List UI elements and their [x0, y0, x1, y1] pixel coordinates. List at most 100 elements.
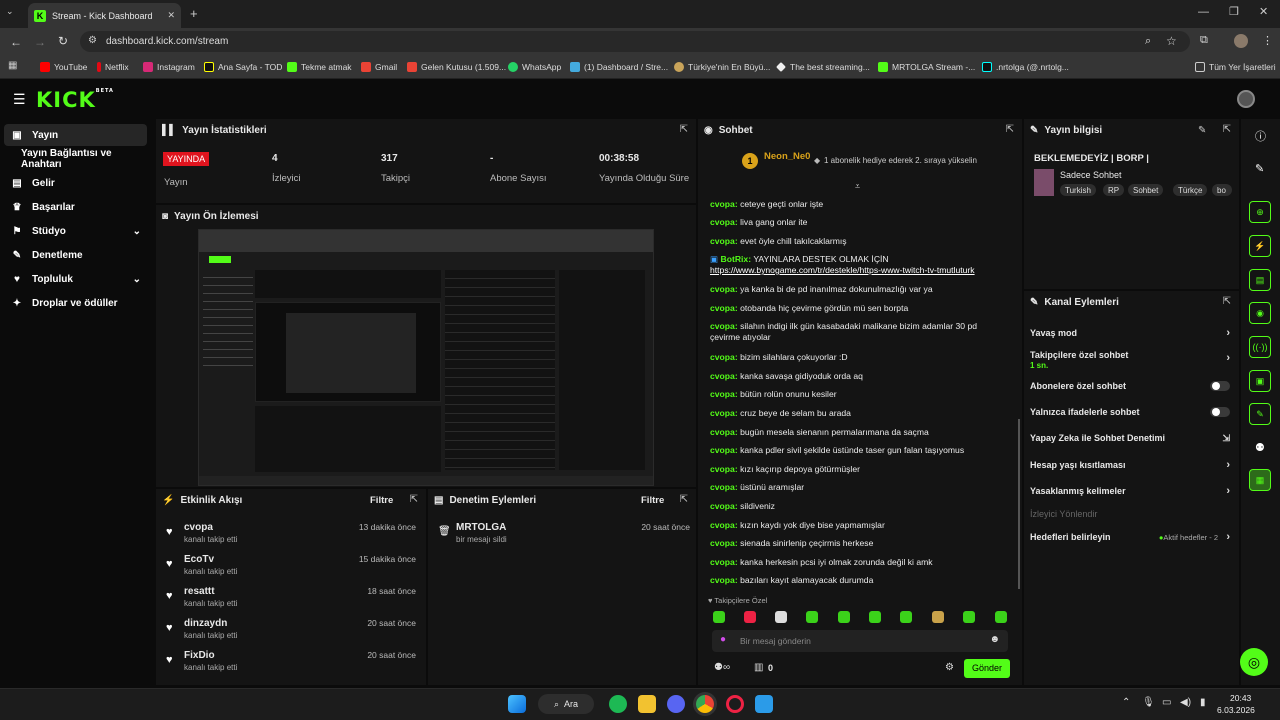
chrome-icon[interactable] — [696, 695, 714, 713]
bookmark-inbox[interactable]: Gelen Kutusu (1.509... — [407, 60, 506, 74]
chat-users-icon[interactable]: ⚉∞ — [714, 662, 730, 673]
maximize-button[interactable]: ❐ — [1229, 5, 1239, 18]
rail-community-icon[interactable]: ⚉ — [1255, 441, 1265, 454]
bookmark-gmail[interactable]: Gmail — [361, 60, 397, 74]
store-icon[interactable]: ▥ — [754, 662, 763, 673]
popout-icon[interactable]: ⇱ — [1223, 124, 1231, 135]
emote-icon[interactable] — [775, 611, 787, 623]
user-avatar[interactable] — [1237, 90, 1255, 108]
sidebar-item-achievements[interactable]: ♛ Başarılar — [4, 196, 147, 218]
rail-image-icon[interactable]: ▦ — [1249, 469, 1271, 491]
zoom-icon[interactable]: ⌕ — [1145, 35, 1151, 48]
subs-chat-toggle[interactable] — [1210, 381, 1230, 391]
info-icon[interactable]: ⓘ — [1255, 128, 1266, 144]
edit-icon[interactable]: ✎ — [1198, 125, 1206, 136]
activity-filter-button[interactable]: Filtre — [370, 495, 393, 506]
emote-chat-row[interactable]: Yalnızca ifadelerle sohbet — [1024, 403, 1236, 421]
tray-chevron-icon[interactable]: ⌃ — [1122, 697, 1130, 708]
pencil-icon[interactable]: ✎ — [1255, 162, 1264, 175]
bookmark-youtube[interactable]: YouTube — [40, 60, 87, 74]
tab-close-icon[interactable]: ✕ — [167, 10, 175, 21]
taskbar-search[interactable]: ⌕ Ara — [538, 694, 594, 714]
rail-chat-icon[interactable]: ◉ — [1249, 302, 1271, 324]
emote-icon[interactable] — [932, 611, 944, 623]
bookmark-tiktok[interactable]: .nrtolga (@.nrtolg... — [982, 60, 1069, 74]
forward-button[interactable]: → — [34, 35, 46, 49]
all-bookmarks[interactable]: Tüm Yer İşaretleri — [1195, 60, 1276, 74]
opera-icon[interactable] — [726, 695, 744, 713]
extensions-icon[interactable]: ⧉ — [1200, 34, 1208, 47]
popout-icon[interactable]: ⇱ — [680, 494, 688, 505]
emote-icon[interactable] — [963, 611, 975, 623]
sidebar-item-community[interactable]: ♥ Topluluk ⌄ — [4, 268, 147, 290]
ai-moderation-row[interactable]: Yapay Zeka ile Sohbet Denetimi ⇲ — [1024, 429, 1236, 447]
rail-document-icon[interactable]: ▤ — [1249, 269, 1271, 291]
set-goals-row[interactable]: Hedefleri belirleyin ●Aktif hedefler - 2 › — [1024, 528, 1236, 546]
sidebar-item-drops[interactable]: ✦ Droplar ve ödüller — [4, 292, 147, 314]
kick-logo[interactable]: KICKBETA — [36, 88, 114, 112]
popout-icon[interactable]: ⇱ — [410, 494, 418, 505]
apps-grid-icon[interactable]: ▦ — [8, 60, 17, 71]
sidebar-item-stream[interactable]: ▣ Yayın — [4, 124, 147, 146]
popout-icon[interactable]: ⇱ — [1223, 296, 1231, 307]
mic-tray-icon[interactable]: 🎙 — [1142, 697, 1155, 708]
bookmark-instagram[interactable]: Instagram — [143, 60, 195, 74]
bookmark-streaming[interactable]: The best streaming... — [776, 60, 870, 74]
rail-lightning-icon[interactable]: ⚡ — [1249, 235, 1271, 257]
popout-icon[interactable]: ⇱ — [680, 124, 688, 135]
back-button[interactable]: ← — [10, 35, 22, 49]
sidebar-item-moderation[interactable]: ✎ Denetleme — [4, 244, 147, 266]
rail-target-icon[interactable]: ⊕ — [1249, 201, 1271, 223]
emote-icon[interactable] — [713, 611, 725, 623]
clock-date[interactable]: 6.03.2026 — [1217, 705, 1255, 715]
rail-broadcast-icon[interactable]: ((·)) — [1249, 336, 1271, 358]
reload-button[interactable]: ↻ — [58, 34, 68, 48]
battery-icon[interactable]: ▮ — [1200, 697, 1206, 708]
rail-wrench-icon[interactable]: ✎ — [1249, 403, 1271, 425]
network-icon[interactable]: ▭ — [1162, 697, 1171, 708]
app-icon[interactable] — [755, 695, 773, 713]
sidebar-item-revenue[interactable]: ▤ Gelir — [4, 172, 147, 194]
sidebar-item-stream-key[interactable]: Yayın Bağlantısı ve Anahtarı — [4, 148, 147, 170]
file-explorer-icon[interactable] — [638, 695, 656, 713]
send-button[interactable]: Gönder — [964, 659, 1010, 678]
pinned-user[interactable]: Neon_Ne0 — [764, 151, 810, 162]
discord-icon[interactable] — [667, 695, 685, 713]
emote-icon[interactable] — [869, 611, 881, 623]
bookmark-star-icon[interactable]: ☆ — [1166, 34, 1177, 48]
bookmark-turkiye[interactable]: Türkiye'nin En Büyü... — [674, 60, 770, 74]
emote-icon[interactable] — [744, 611, 756, 623]
category-name[interactable]: Sadece Sohbet — [1060, 170, 1122, 180]
clock-time[interactable]: 20:43 — [1230, 693, 1251, 703]
emote-icon[interactable] — [806, 611, 818, 623]
chat-link[interactable]: https://www.bynogame.com/tr/destekle/htt… — [710, 265, 1006, 276]
browser-menu-icon[interactable]: ⋮ — [1262, 34, 1273, 47]
tab-menu-button[interactable]: ⌄ — [6, 6, 20, 20]
chat-settings-icon[interactable]: ⚙ — [945, 662, 954, 673]
close-window-button[interactable]: ✕ — [1259, 5, 1268, 18]
emote-icon[interactable] — [995, 611, 1007, 623]
site-info-icon[interactable]: ⚙ — [88, 35, 97, 46]
sidebar-item-studio[interactable]: ⚑ Stüdyo ⌄ — [4, 220, 147, 242]
hamburger-menu-icon[interactable]: ☰ — [13, 91, 26, 108]
bookmark-dashboard[interactable]: (1) Dashboard / Stre... — [570, 60, 668, 74]
bookmark-whatsapp[interactable]: WhatsApp — [508, 60, 561, 74]
chat-input[interactable]: ● Bir mesaj gönderin ☻ — [712, 630, 1008, 652]
minimize-button[interactable]: — — [1198, 6, 1209, 18]
support-button[interactable]: ◎ — [1240, 648, 1268, 676]
emote-picker-icon[interactable]: ☻ — [989, 634, 1000, 645]
chat-scrollbar[interactable] — [1018, 419, 1020, 589]
bookmark-tod[interactable]: Ana Sayfa - TOD — [204, 60, 282, 74]
preview-video[interactable] — [198, 229, 654, 486]
moderation-filter-button[interactable]: Filtre — [641, 495, 664, 506]
mic-icon[interactable]: ● — [720, 634, 726, 645]
scroll-down-icon[interactable]: ⩡ — [855, 181, 860, 192]
spotify-icon[interactable] — [609, 695, 627, 713]
banned-words-row[interactable]: Yasaklanmış kelimeler › — [1024, 482, 1236, 500]
volume-icon[interactable]: ◀) — [1180, 697, 1191, 708]
slow-mode-row[interactable]: Yavaş mod › — [1024, 324, 1236, 342]
windows-start-icon[interactable] — [508, 695, 526, 713]
emote-icon[interactable] — [838, 611, 850, 623]
bookmark-mrtolga[interactable]: MRTOLGA Stream -... — [878, 60, 975, 74]
subs-chat-row[interactable]: Abonelere özel sohbet — [1024, 377, 1236, 395]
